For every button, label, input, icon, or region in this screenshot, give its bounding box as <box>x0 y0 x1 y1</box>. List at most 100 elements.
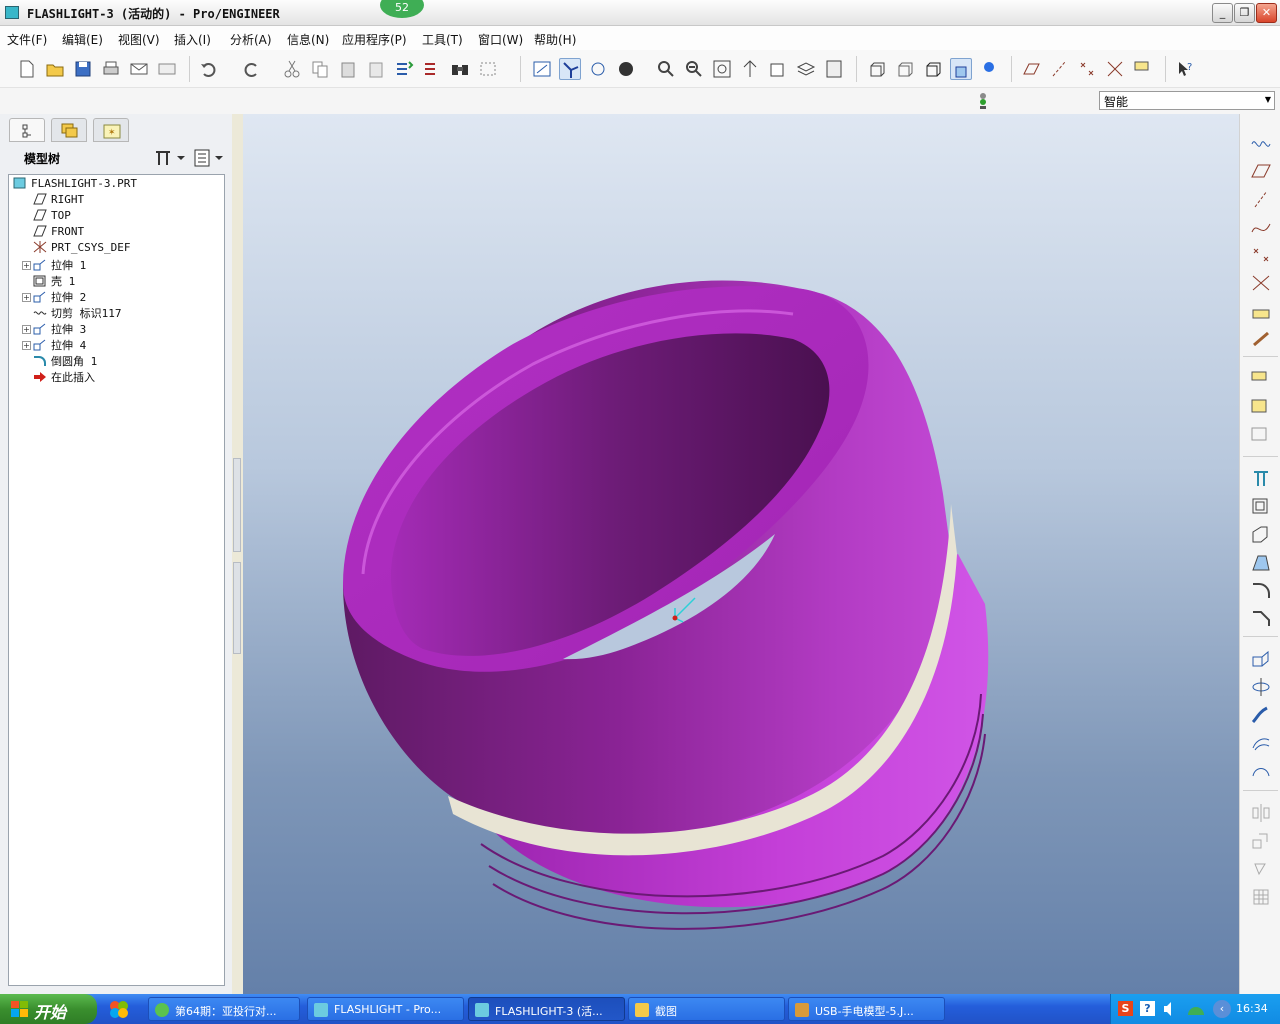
sweep-tool-icon[interactable] <box>1249 704 1273 726</box>
tree-item-front[interactable]: FRONT <box>33 225 84 241</box>
draft-tool-icon[interactable] <box>1249 552 1273 574</box>
expand-toggle[interactable]: + <box>22 341 31 350</box>
send-mail-icon[interactable] <box>128 58 150 80</box>
wireframe-icon[interactable] <box>866 58 888 80</box>
axis-display-icon[interactable] <box>1048 58 1070 80</box>
tab-favorites[interactable]: ✶ <box>93 118 129 142</box>
csys-display-icon[interactable] <box>1104 58 1126 80</box>
appearance-icon[interactable] <box>615 58 637 80</box>
merge-tool-icon[interactable] <box>1249 830 1273 852</box>
redo-icon[interactable] <box>240 58 262 80</box>
rib-tool-icon[interactable] <box>1249 524 1273 546</box>
print-icon[interactable] <box>100 58 122 80</box>
regenerate-manager-icon[interactable] <box>421 58 443 80</box>
csys-tool-icon[interactable] <box>1249 272 1273 294</box>
tree-item-round-1[interactable]: 倒圆角 1 <box>33 353 97 369</box>
shading-icon[interactable] <box>950 58 972 80</box>
revolve-tool-icon[interactable] <box>1249 676 1273 698</box>
datum-curve-tool-icon[interactable] <box>1249 216 1273 238</box>
reorient-icon[interactable] <box>739 58 761 80</box>
collapse-tray-icon[interactable]: ‹ <box>1213 1000 1231 1018</box>
taskbar-item-proe-1[interactable]: FLASHLIGHT - Pro... <box>307 997 464 1021</box>
quick-launch-icon[interactable] <box>108 999 130 1019</box>
datum-point-tool-icon[interactable] <box>1249 244 1273 266</box>
input-method-icon[interactable]: S <box>1118 1001 1133 1016</box>
restore-button[interactable]: ❐ <box>1234 3 1255 23</box>
paste-icon[interactable] <box>337 58 359 80</box>
chain-tool-icon[interactable] <box>1249 328 1273 350</box>
tree-item-part[interactable]: FLASHLIGHT-3.PRT <box>13 177 137 193</box>
close-button[interactable]: ✕ <box>1256 3 1277 23</box>
view-manager-icon[interactable] <box>823 58 845 80</box>
sketch-tool-icon[interactable] <box>1249 130 1273 152</box>
tab-model-tree[interactable] <box>9 118 45 142</box>
menu-info[interactable]: 信息(N) <box>287 31 329 48</box>
notification-badge[interactable]: 52 <box>380 0 424 18</box>
tree-item-extrude-4[interactable]: 拉伸 4 <box>33 337 86 353</box>
ring-model[interactable] <box>243 114 1239 994</box>
zoom-out-icon[interactable] <box>683 58 705 80</box>
expand-toggle[interactable]: + <box>22 261 31 270</box>
expand-toggle[interactable]: + <box>22 293 31 302</box>
chamfer-tool-icon[interactable] <box>1249 608 1273 630</box>
tree-item-extrude-2[interactable]: 拉伸 2 <box>33 289 86 305</box>
menu-view[interactable]: 视图(V) <box>118 31 160 48</box>
shell-tool-icon[interactable] <box>1249 496 1273 518</box>
find-icon[interactable] <box>449 58 471 80</box>
model-display-icon[interactable] <box>978 58 1000 80</box>
datum-plane-tool-icon[interactable] <box>1249 160 1273 182</box>
menu-file[interactable]: 文件(F) <box>7 31 47 48</box>
menu-applications[interactable]: 应用程序(P) <box>342 31 407 48</box>
saved-views-icon[interactable] <box>767 58 789 80</box>
new-file-icon[interactable] <box>16 58 38 80</box>
placeholder-tool-icon[interactable] <box>1249 424 1273 446</box>
note-tool-icon[interactable] <box>1249 396 1273 418</box>
orient-mode-icon[interactable] <box>587 58 609 80</box>
select-box-icon[interactable] <box>477 58 499 80</box>
selection-filter-select[interactable]: 智能 ▼ <box>1099 91 1275 110</box>
plane-display-icon[interactable] <box>1020 58 1042 80</box>
boundary-tool-icon[interactable] <box>1249 760 1273 782</box>
paste-special-icon[interactable] <box>365 58 387 80</box>
layers-icon[interactable] <box>795 58 817 80</box>
round-tool-icon[interactable] <box>1249 580 1273 602</box>
tree-item-right[interactable]: RIGHT <box>33 193 84 209</box>
tree-item-csys[interactable]: PRT_CSYS_DEF <box>33 241 130 257</box>
network-icon[interactable] <box>1186 1001 1206 1017</box>
taskbar-item-browser[interactable]: 第64期：亚投行对... <box>148 997 300 1021</box>
tree-columns-icon[interactable] <box>193 148 227 168</box>
menu-analysis[interactable]: 分析(A) <box>230 31 272 48</box>
menu-tools[interactable]: 工具(T) <box>422 31 463 48</box>
tree-item-top[interactable]: TOP <box>33 209 71 225</box>
datum-axis-tool-icon[interactable] <box>1249 188 1273 210</box>
extrude-tool-icon[interactable] <box>1249 648 1273 670</box>
panel-sash-handle[interactable] <box>233 458 241 552</box>
expand-toggle[interactable]: + <box>22 325 31 334</box>
send-link-icon[interactable] <box>156 58 178 80</box>
cut-icon[interactable] <box>281 58 303 80</box>
annotation-tool-icon[interactable] <box>1249 368 1273 390</box>
open-folder-icon[interactable] <box>44 58 66 80</box>
copy-icon[interactable] <box>309 58 331 80</box>
repaint-icon[interactable] <box>531 58 553 80</box>
taskbar-item-proe-2[interactable]: FLASHLIGHT-3 (活... <box>468 997 625 1021</box>
panel-sash-handle-2[interactable] <box>233 562 241 654</box>
point-display-icon[interactable] <box>1076 58 1098 80</box>
zoom-in-icon[interactable] <box>655 58 677 80</box>
regenerate-icon[interactable] <box>393 58 415 80</box>
undo-icon[interactable] <box>198 58 220 80</box>
menu-insert[interactable]: 插入(I) <box>174 31 211 48</box>
menu-edit[interactable]: 编辑(E) <box>62 31 103 48</box>
tree-item-extrude-3[interactable]: 拉伸 3 <box>33 321 86 337</box>
pattern-tool-icon[interactable] <box>1249 886 1273 908</box>
tree-item-extrude-1[interactable]: 拉伸 1 <box>33 257 86 273</box>
tree-item-insert-here[interactable]: 在此插入 <box>33 369 95 385</box>
annotation-display-icon[interactable] <box>1132 58 1154 80</box>
hidden-line-icon[interactable] <box>894 58 916 80</box>
context-help-icon[interactable]: ? <box>1174 58 1196 80</box>
menu-help[interactable]: 帮助(H) <box>534 31 576 48</box>
tab-folder-browser[interactable] <box>51 118 87 142</box>
help-tray-icon[interactable]: ? <box>1140 1001 1155 1016</box>
hole-tool-icon[interactable] <box>1249 468 1273 490</box>
graphics-viewport[interactable] <box>243 114 1239 994</box>
